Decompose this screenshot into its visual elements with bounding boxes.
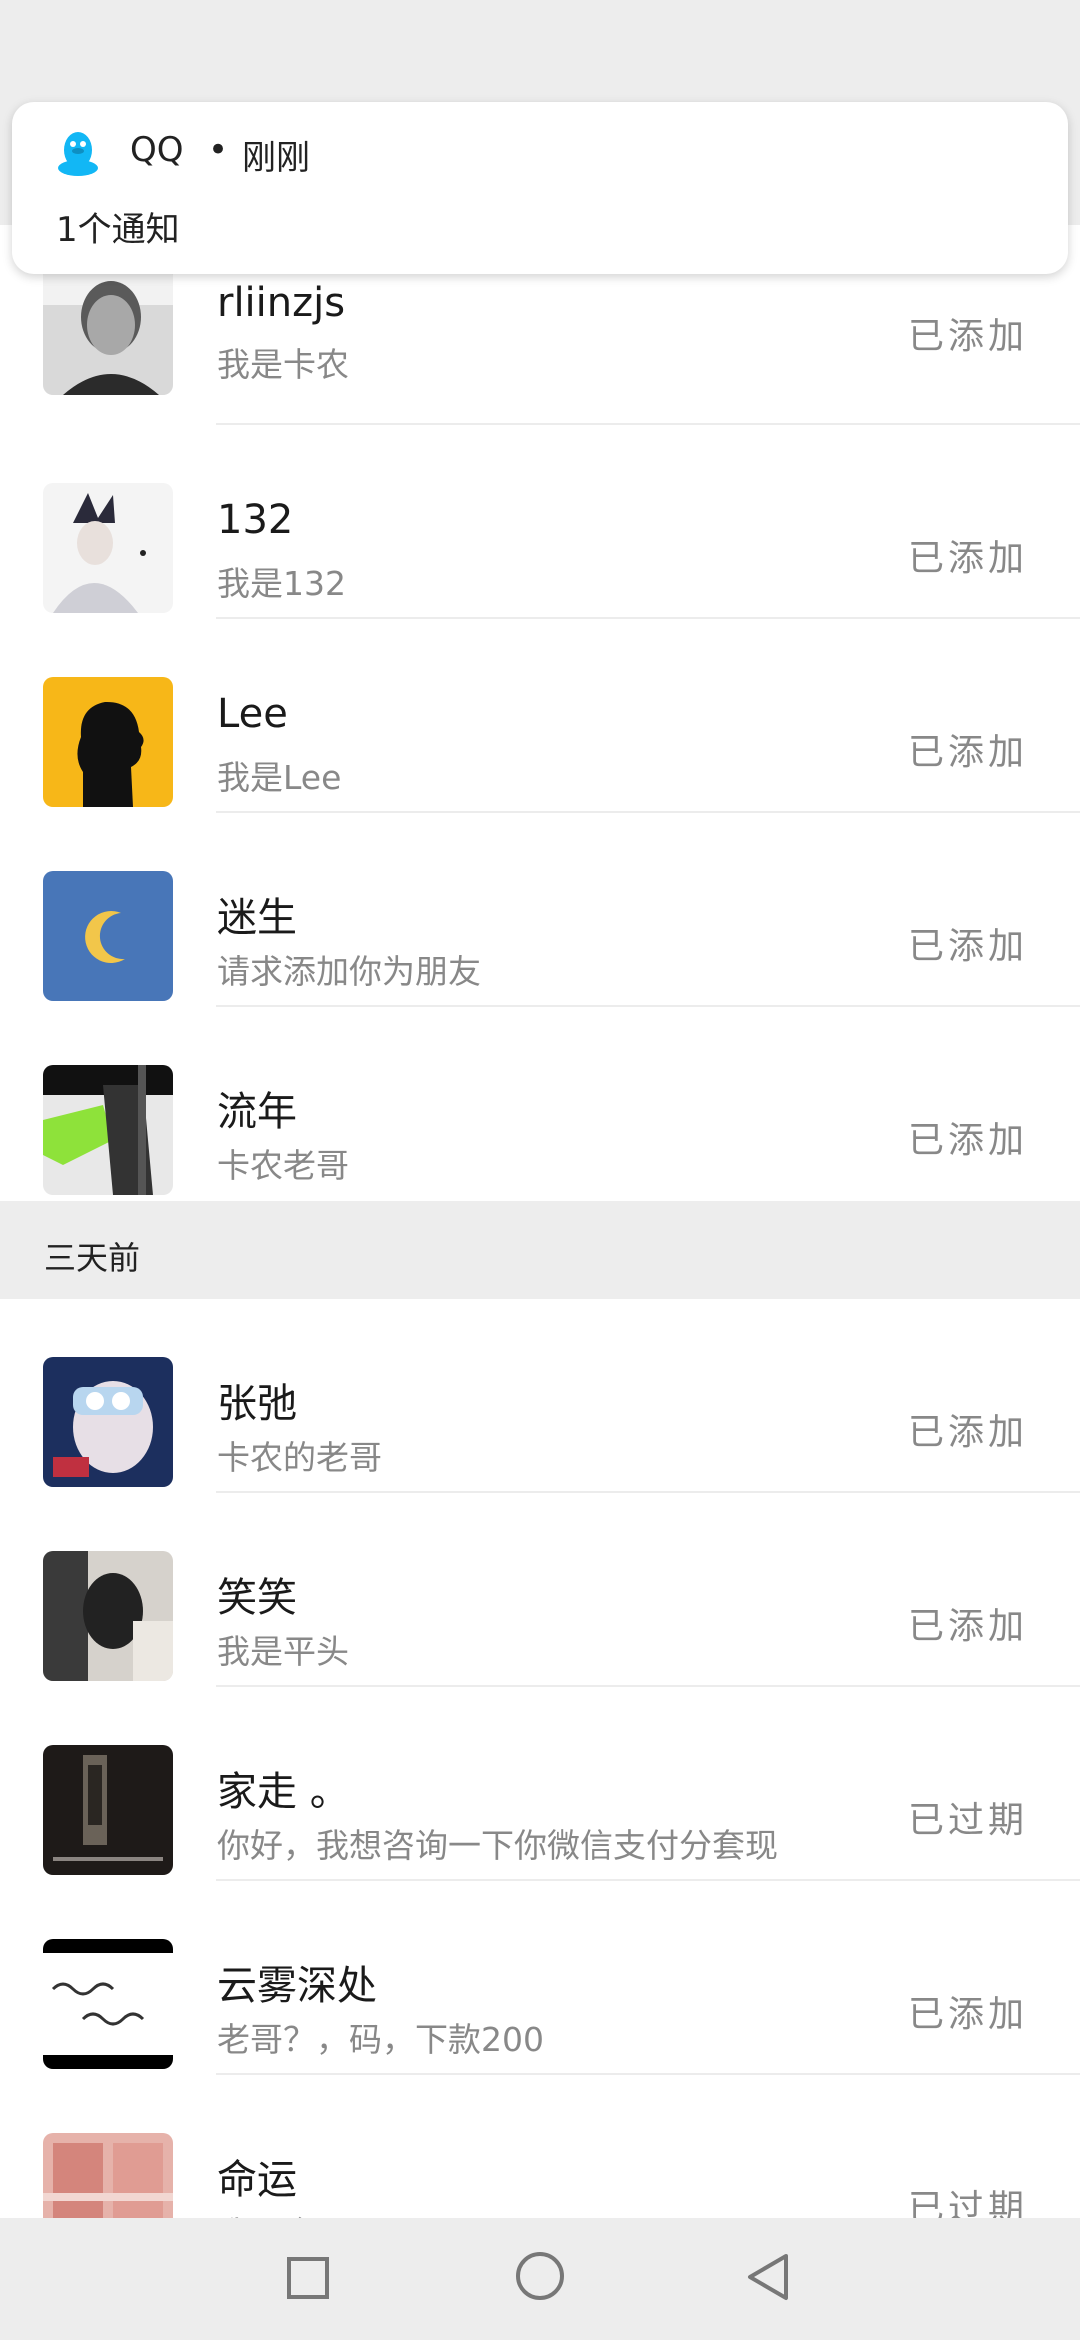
requester-name: 流年 [217,1089,297,1135]
avatar[interactable] [43,1357,173,1487]
friend-request-row[interactable]: 132 我是132 已添加 [0,425,1080,619]
notification-app-name: QQ [130,130,184,170]
avatar[interactable] [43,1745,173,1875]
section-header: 三天前 [0,1201,1080,1299]
friend-request-row[interactable]: 家走 。 你好，我想咨询一下你微信支付分套现 已过期 [0,1687,1080,1881]
request-status: 已添加 [907,1606,1028,1647]
avatar[interactable] [43,1551,173,1681]
request-status: 已添加 [907,538,1028,579]
notification-banner[interactable]: QQ • 刚刚 1个通知 [12,102,1068,274]
circle-icon[interactable] [514,2250,566,2302]
requester-name: Lee [217,691,288,737]
friend-request-list: rliinzjs 我是卡农 已添加 132 我是132 已添加 Lee 我是Le… [0,225,1080,2269]
request-message: 我是卡农 [217,345,349,384]
qq-penguin-icon [58,132,98,176]
requester-name: 张弛 [217,1381,297,1427]
friend-request-row[interactable]: 流年 卡农老哥 已添加 [0,1007,1080,1201]
friend-request-row[interactable]: 云雾深处 老哥？，码，下款200 已添加 [0,1881,1080,2075]
request-status: 已添加 [907,1120,1028,1161]
requester-name: 云雾深处 [217,1963,377,2009]
request-message: 老哥？，码，下款200 [217,2020,544,2059]
request-message: 我是Lee [217,758,342,797]
request-status: 已添加 [907,1994,1028,2035]
request-status: 已添加 [907,732,1028,773]
requester-name: 132 [217,497,294,543]
avatar[interactable] [43,265,173,395]
notification-separator: • [208,130,229,170]
request-status: 已过期 [907,1800,1028,1841]
request-message: 你好，我想咨询一下你微信支付分套现 [217,1826,778,1865]
triangle-back-icon[interactable] [746,2252,790,2302]
section-label: 三天前 [44,1239,141,1277]
requester-name: 迷生 [217,895,297,941]
request-message: 请求添加你为朋友 [217,952,481,991]
avatar[interactable] [43,677,173,807]
notification-time: 刚刚 [242,138,310,178]
request-message: 我是平头 [217,1632,349,1671]
avatar[interactable] [43,483,173,613]
friend-request-row[interactable]: Lee 我是Lee 已添加 [0,619,1080,813]
avatar[interactable] [43,1939,173,2069]
request-message: 卡农老哥 [217,1146,349,1185]
requester-name: rliinzjs [217,280,346,326]
request-message: 卡农的老哥 [217,1438,382,1477]
friend-request-row[interactable]: 笑笑 我是平头 已添加 [0,1493,1080,1687]
square-icon[interactable] [286,2256,330,2300]
request-status: 已添加 [907,926,1028,967]
friend-request-row[interactable]: 张弛 卡农的老哥 已添加 [0,1299,1080,1493]
notification-body: 1个通知 [56,210,180,250]
request-message: 我是132 [217,564,346,603]
request-status: 已添加 [907,1412,1028,1453]
requester-name: 命运 [217,2157,297,2203]
navigation-bar [0,2218,1080,2340]
requester-name: 家走 。 [217,1769,350,1815]
friend-request-row[interactable]: 迷生 请求添加你为朋友 已添加 [0,813,1080,1007]
avatar[interactable] [43,1065,173,1195]
request-status: 已添加 [907,316,1028,357]
requester-name: 笑笑 [217,1575,297,1621]
avatar[interactable] [43,871,173,1001]
